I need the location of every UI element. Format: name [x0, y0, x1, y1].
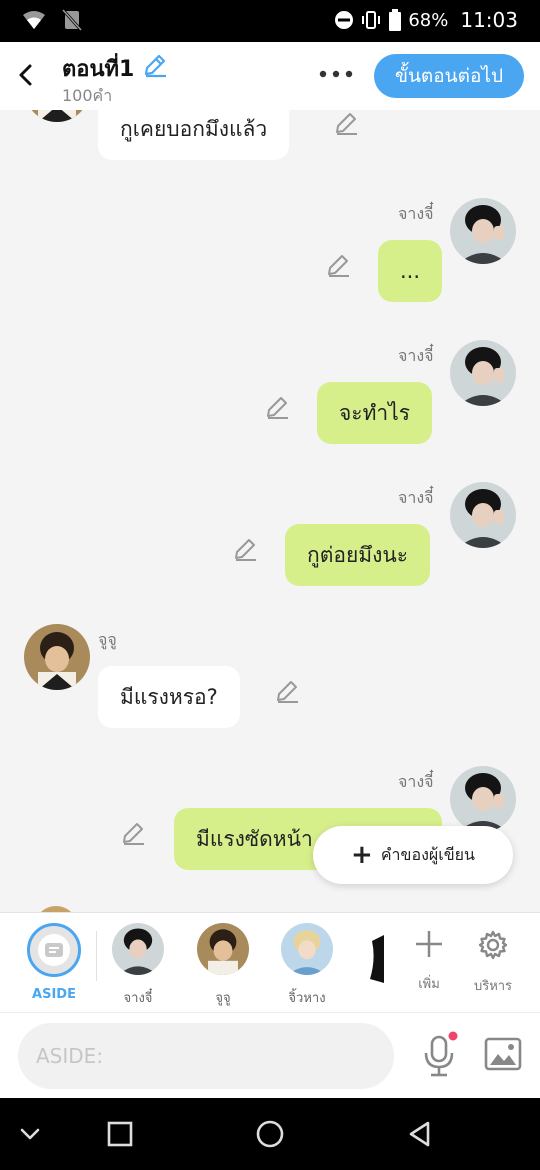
- next-step-button[interactable]: ขั้นตอนต่อไป: [374, 54, 524, 98]
- avatar[interactable]: [24, 110, 90, 122]
- sender-name: จางจี๋: [398, 488, 434, 507]
- edit-message-icon[interactable]: [325, 252, 351, 278]
- avatar[interactable]: [450, 766, 516, 832]
- sender-name: จางจี๋: [398, 204, 434, 223]
- chat-area: กูเคยบอกมึงแล้ว จางจี๋ ... จางจี๋ จะทำไร…: [0, 110, 540, 912]
- microphone-icon: [424, 1031, 458, 1077]
- recents-icon[interactable]: [104, 1118, 136, 1150]
- do-not-disturb-icon: [335, 11, 354, 29]
- edit-message-icon[interactable]: [274, 678, 300, 704]
- avatar[interactable]: [450, 198, 516, 264]
- sender-name: จางจี๋: [398, 772, 434, 791]
- avatar[interactable]: [450, 340, 516, 406]
- episode-header: ตอนที่1 100คำ ขั้นตอนต่อไป: [0, 42, 540, 110]
- edit-message-icon[interactable]: [232, 536, 258, 562]
- manage-label: บริหาร: [473, 979, 513, 994]
- plus-icon: [416, 931, 442, 957]
- manage-characters-button[interactable]: บริหาร: [463, 929, 523, 996]
- edit-message-icon[interactable]: [333, 110, 359, 136]
- word-count: 100คำ: [62, 86, 113, 105]
- message-input[interactable]: [18, 1023, 394, 1089]
- more-options-icon[interactable]: [318, 64, 354, 84]
- aside-label: ASIDE: [32, 987, 76, 1002]
- voice-input-button[interactable]: [420, 1031, 460, 1081]
- message-bubble[interactable]: จะทำไร: [317, 382, 433, 444]
- edit-message-icon[interactable]: [264, 394, 290, 420]
- episode-title[interactable]: ตอนที่1: [62, 51, 134, 86]
- back-arrow-icon[interactable]: [14, 60, 38, 90]
- vibrate-icon: [362, 11, 381, 29]
- add-character-button[interactable]: เพิ่ม: [399, 929, 459, 994]
- status-bar: 68% 11:03: [0, 0, 540, 42]
- sender-name: จูจู: [98, 630, 117, 649]
- no-sim-icon: [62, 9, 82, 31]
- edit-title-icon[interactable]: [142, 52, 168, 78]
- avatar: [281, 923, 333, 975]
- aside-character[interactable]: ASIDE: [27, 923, 81, 1002]
- composer-bar: [0, 1012, 540, 1098]
- author-note-button[interactable]: + คำของผู้เขียน: [313, 826, 513, 884]
- back-icon[interactable]: [404, 1118, 436, 1150]
- add-label: เพิ่ม: [418, 977, 440, 992]
- character-partial[interactable]: [368, 935, 384, 983]
- aside-note-icon: [45, 943, 63, 957]
- clock: 11:03: [460, 8, 518, 32]
- edit-message-icon[interactable]: [120, 820, 146, 846]
- message-bubble[interactable]: กูต่อยมึงนะ: [285, 524, 431, 586]
- message-bubble[interactable]: ...: [378, 240, 443, 302]
- plus-icon: +: [351, 840, 373, 870]
- avatar[interactable]: [24, 624, 90, 690]
- divider: [96, 931, 97, 981]
- sender-name: จางจี๋: [398, 346, 434, 365]
- message-bubble[interactable]: กูเคยบอกมึงแล้ว: [98, 110, 290, 160]
- character-name: จิ้วหาง: [288, 991, 326, 1006]
- home-icon[interactable]: [254, 1118, 286, 1150]
- avatar: [112, 923, 164, 975]
- avatar[interactable]: [450, 482, 516, 548]
- system-nav-bar: [0, 1098, 540, 1170]
- chevron-down-icon[interactable]: [14, 1118, 46, 1150]
- avatar: [197, 923, 249, 975]
- battery-level: 68%: [408, 9, 449, 31]
- image-icon[interactable]: [484, 1035, 522, 1073]
- character-juju[interactable]: จูจู: [196, 923, 250, 1008]
- character-jangji[interactable]: จางจี๋: [111, 923, 165, 1008]
- gear-icon: [478, 930, 508, 960]
- author-note-label: คำของผู้เขียน: [380, 844, 475, 864]
- character-jiuhang[interactable]: จิ้วหาง: [280, 923, 334, 1008]
- character-bar: ASIDE จางจี๋ จูจู จิ้วหาง เพิ่ม บริหาร: [0, 912, 540, 1012]
- wifi-icon: [23, 11, 45, 29]
- character-name: จางจี๋: [123, 991, 153, 1006]
- message-bubble[interactable]: มีแรงหรอ?: [98, 666, 240, 728]
- battery-icon: [389, 9, 402, 31]
- character-name: จูจู: [215, 991, 231, 1006]
